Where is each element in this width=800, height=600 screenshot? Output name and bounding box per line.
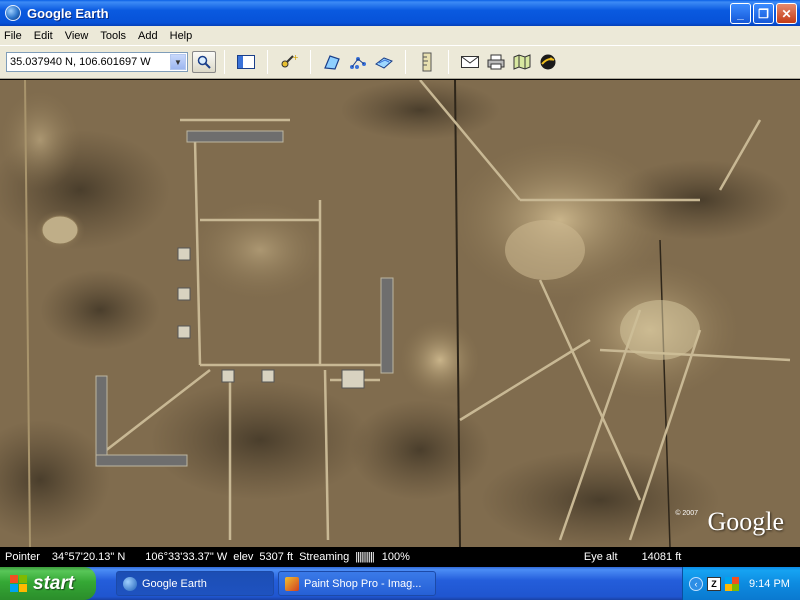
toolbar-divider — [448, 50, 449, 74]
add-image-overlay-button[interactable] — [373, 51, 395, 73]
pointer-label: Pointer — [5, 551, 40, 563]
elevation-label: elev — [233, 551, 254, 563]
streaming-progress: |||||||||| — [355, 551, 375, 563]
email-button[interactable] — [459, 51, 481, 73]
menu-edit[interactable]: Edit — [28, 30, 59, 42]
pointer-longitude: 106°33'33.37" W — [145, 551, 228, 563]
eye-alt-value: 14081 ft — [641, 551, 682, 563]
polygon-icon — [324, 55, 340, 70]
task-label: Google Earth — [142, 577, 207, 590]
location-input[interactable] — [7, 56, 167, 68]
title-bar[interactable]: Google Earth _ ❐ ✕ — [0, 0, 800, 26]
elevation-value: 5307 ft — [259, 551, 294, 563]
menu-view[interactable]: View — [59, 30, 95, 42]
show-hidden-icons-button[interactable]: ‹ — [689, 576, 703, 591]
clock[interactable]: 9:14 PM — [749, 578, 790, 590]
google-earth-icon — [123, 576, 137, 591]
task-paint-shop-pro[interactable]: Paint Shop Pro - Imag... — [278, 571, 436, 596]
email-icon — [461, 56, 479, 68]
chevron-down-icon[interactable]: ▼ — [170, 54, 186, 70]
window-controls: _ ❐ ✕ — [730, 3, 797, 24]
location-combobox[interactable]: ▼ — [6, 52, 188, 72]
placemark-icon: + — [281, 53, 299, 68]
zonealarm-icon[interactable]: Z — [707, 576, 721, 591]
sidebar-icon — [237, 55, 255, 69]
streaming-label: Streaming — [299, 551, 350, 563]
ruler-icon — [422, 52, 432, 72]
task-label: Paint Shop Pro - Imag... — [304, 577, 422, 590]
google-earth-icon — [5, 5, 21, 21]
placemark-button[interactable]: + — [278, 51, 300, 73]
sky-button[interactable] — [537, 51, 559, 73]
google-watermark: Google — [707, 507, 784, 536]
toolbar: ▼ + — [0, 45, 800, 79]
taskbar: start Google Earth Paint Shop Pro - Imag… — [0, 567, 800, 600]
toolbar-divider — [224, 50, 225, 74]
copyright-text: © 2007 — [675, 510, 698, 517]
add-path-button[interactable] — [347, 51, 369, 73]
sky-icon — [540, 54, 556, 70]
windows-flag-icon[interactable] — [725, 576, 739, 591]
search-button[interactable] — [192, 51, 216, 73]
sidebar-toggle-button[interactable] — [235, 51, 257, 73]
start-label: start — [33, 572, 75, 594]
google-maps-icon — [513, 54, 531, 70]
maximize-button[interactable]: ❐ — [753, 3, 774, 24]
paint-shop-pro-icon — [285, 576, 299, 591]
toolbar-divider — [310, 50, 311, 74]
google-maps-button[interactable] — [511, 51, 533, 73]
print-icon — [487, 54, 505, 70]
start-button[interactable]: start — [0, 567, 96, 600]
minimize-button[interactable]: _ — [730, 3, 751, 24]
menu-bar: File Edit View Tools Add Help — [0, 26, 800, 45]
image-overlay-icon — [375, 57, 393, 69]
menu-add[interactable]: Add — [132, 30, 164, 42]
status-bar: Pointer 34°57'20.13" N 106°33'33.37" W e… — [0, 547, 800, 567]
svg-text:+: + — [292, 53, 299, 62]
eye-alt-label: Eye alt — [583, 551, 618, 563]
add-polygon-button[interactable] — [321, 51, 343, 73]
toolbar-divider — [267, 50, 268, 74]
pointer-latitude: 34°57'20.13" N — [51, 551, 126, 563]
menu-help[interactable]: Help — [164, 30, 199, 42]
task-google-earth[interactable]: Google Earth — [116, 571, 274, 596]
earth-view[interactable]: © 2007 Google — [0, 80, 800, 547]
search-icon — [197, 55, 211, 69]
windows-logo-icon — [10, 574, 28, 593]
print-button[interactable] — [485, 51, 507, 73]
ruler-button[interactable] — [416, 51, 438, 73]
menu-file[interactable]: File — [0, 30, 28, 42]
window-title: Google Earth — [27, 5, 109, 21]
path-icon — [350, 57, 366, 69]
system-tray: ‹ Z 9:14 PM — [682, 567, 800, 600]
close-button[interactable]: ✕ — [776, 3, 797, 24]
satellite-imagery — [0, 80, 800, 547]
streaming-percent: 100% — [381, 551, 410, 563]
toolbar-divider — [405, 50, 406, 74]
menu-tools[interactable]: Tools — [94, 30, 132, 42]
